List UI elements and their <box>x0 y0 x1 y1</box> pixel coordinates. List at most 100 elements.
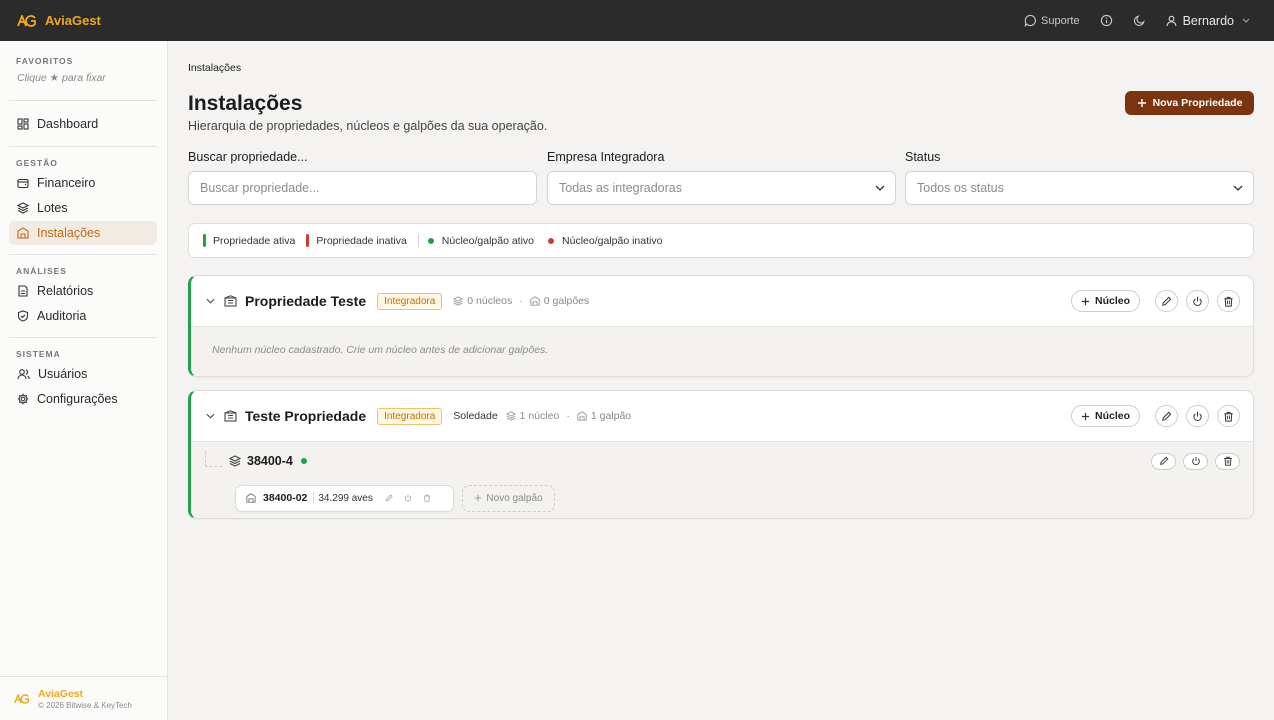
trash-icon <box>423 494 430 502</box>
pencil-icon <box>1162 411 1172 421</box>
layers-icon <box>17 202 29 214</box>
sidebar-item-financeiro[interactable]: Financeiro <box>9 171 157 195</box>
toggle-active-button[interactable] <box>1186 405 1209 427</box>
edit-nucleo-button[interactable] <box>1151 452 1176 470</box>
new-property-button[interactable]: Nova Propriedade <box>1125 91 1254 115</box>
status-value: Todos os status <box>917 181 1004 195</box>
sidebar-item-configuracoes[interactable]: Configurações <box>9 387 157 411</box>
property-actions: Núcleo <box>1071 405 1240 427</box>
legend-active-property: Propriedade ativa <box>203 234 295 247</box>
status-dot <box>300 458 307 464</box>
sidebar-item-relatorios[interactable]: Relatórios <box>9 279 157 303</box>
sidebar-item-dashboard[interactable]: Dashboard <box>9 112 157 136</box>
chevron-down-icon <box>1242 18 1250 23</box>
add-nucleo-label: Núcleo <box>1094 410 1130 422</box>
divider <box>9 100 157 101</box>
galpao-row: 38400-02 34.299 aves Novo galpão <box>191 480 1253 518</box>
warehouse-icon <box>577 411 587 421</box>
green-bar-swatch <box>203 234 206 247</box>
analises-title: ANÁLISES <box>16 266 67 276</box>
info-icon <box>1100 14 1112 27</box>
legend: Propriedade ativa Propriedade inativa Nú… <box>188 223 1254 258</box>
property-card: Teste Propriedade Integradora Soledade 1… <box>188 390 1254 519</box>
sidebar-item-auditoria[interactable]: Auditoria <box>9 304 157 328</box>
chat-icon <box>1024 14 1036 27</box>
pencil-icon <box>385 494 393 502</box>
edit-button[interactable] <box>1155 405 1178 427</box>
divider <box>9 254 157 255</box>
building-icon <box>17 227 29 239</box>
delete-button[interactable] <box>1217 290 1240 312</box>
theme-toggle[interactable] <box>1133 14 1146 27</box>
sidebar-footer: AviaGest © 2026 Bitwise & KeyTech <box>0 676 167 720</box>
breadcrumb[interactable]: Instalações <box>188 62 241 74</box>
property-body: Nenhum núcleo cadastrado. Crie um núcleo… <box>191 326 1253 376</box>
sidebar-item-label: Auditoria <box>37 309 87 323</box>
galpao-separator <box>313 492 315 504</box>
footer-app-name: AviaGest <box>38 687 84 700</box>
integrator-filter: Empresa Integradora Todas as integradora… <box>547 150 896 205</box>
page-subtitle: Hierarquia de propriedades, núcleos e ga… <box>188 119 548 133</box>
nucleo-count: 0 núcleos <box>467 295 513 307</box>
toggle-nucleo-button[interactable] <box>1183 452 1208 470</box>
legend-label: Núcleo/galpão inativo <box>562 234 663 247</box>
sidebar-item-usuarios[interactable]: Usuários <box>9 362 157 386</box>
favorites-hint: Clique ★ para fixar <box>17 72 106 84</box>
integrator-label: Empresa Integradora <box>547 150 665 164</box>
integrator-select[interactable]: Todas as integradoras <box>547 171 896 205</box>
galpao-count: 0 galpões <box>543 295 590 307</box>
divider <box>9 337 157 338</box>
toggle-galpao-button[interactable] <box>404 494 412 502</box>
edit-galpao-button[interactable] <box>385 494 393 502</box>
status-filter: Status Todos os status <box>905 150 1254 205</box>
trash-icon <box>1224 411 1233 422</box>
edit-button[interactable] <box>1155 290 1178 312</box>
brand[interactable]: AviaGest <box>17 13 101 28</box>
layers-icon <box>453 296 464 306</box>
support-label: Suporte <box>1041 14 1080 27</box>
warehouse-icon <box>246 493 256 503</box>
plus-icon <box>1137 99 1146 107</box>
nucleo-count: 1 núcleo <box>519 410 560 422</box>
delete-button[interactable] <box>1217 405 1240 427</box>
sidebar-item-label: Configurações <box>37 392 118 406</box>
user-menu[interactable]: Bernardo <box>1166 14 1256 28</box>
page-title: Instalações <box>188 92 303 115</box>
galpao-actions <box>385 494 442 502</box>
search-filter: Buscar propriedade... <box>188 150 537 205</box>
new-galpao-button[interactable]: Novo galpão <box>462 484 555 512</box>
delete-galpao-button[interactable] <box>423 494 431 502</box>
search-input[interactable] <box>200 181 526 195</box>
layers-icon <box>229 455 241 467</box>
new-galpao-label: Novo galpão <box>486 492 543 504</box>
add-nucleo-button[interactable]: Núcleo <box>1071 405 1140 427</box>
logo-icon <box>17 14 39 28</box>
integrator-badge: Integradora <box>377 292 443 310</box>
sidebar-item-lotes[interactable]: Lotes <box>9 196 157 220</box>
property-meta: 0 núcleos · 0 galpões <box>453 295 589 307</box>
toggle-active-button[interactable] <box>1186 290 1209 312</box>
warehouse-icon <box>530 296 540 306</box>
integrator-value: Todas as integradoras <box>559 181 682 195</box>
dashboard-icon <box>17 118 29 130</box>
delete-nucleo-button[interactable] <box>1215 452 1240 470</box>
moon-icon <box>1133 15 1145 27</box>
info-button[interactable] <box>1100 14 1113 27</box>
property-card: Propriedade Teste Integradora 0 núcleos … <box>188 275 1254 377</box>
nucleo-name: 38400-4 <box>247 454 293 468</box>
nucleo-actions <box>1144 452 1240 470</box>
legend-label: Propriedade inativa <box>316 234 407 247</box>
chevron-down-icon[interactable] <box>206 298 215 304</box>
shield-icon <box>17 310 29 322</box>
support-button[interactable]: Suporte <box>1024 14 1080 27</box>
meta-separator: · <box>519 295 523 307</box>
add-nucleo-button[interactable]: Núcleo <box>1071 290 1140 312</box>
plus-icon <box>475 494 482 502</box>
galpao-chip[interactable]: 38400-02 34.299 aves <box>235 484 454 512</box>
sidebar-item-instalacoes[interactable]: Instalações <box>9 221 157 245</box>
plus-icon <box>1081 297 1090 305</box>
chevron-down-icon[interactable] <box>206 413 215 419</box>
status-select[interactable]: Todos os status <box>905 171 1254 205</box>
add-nucleo-label: Núcleo <box>1094 295 1130 307</box>
status-label: Status <box>905 150 941 164</box>
